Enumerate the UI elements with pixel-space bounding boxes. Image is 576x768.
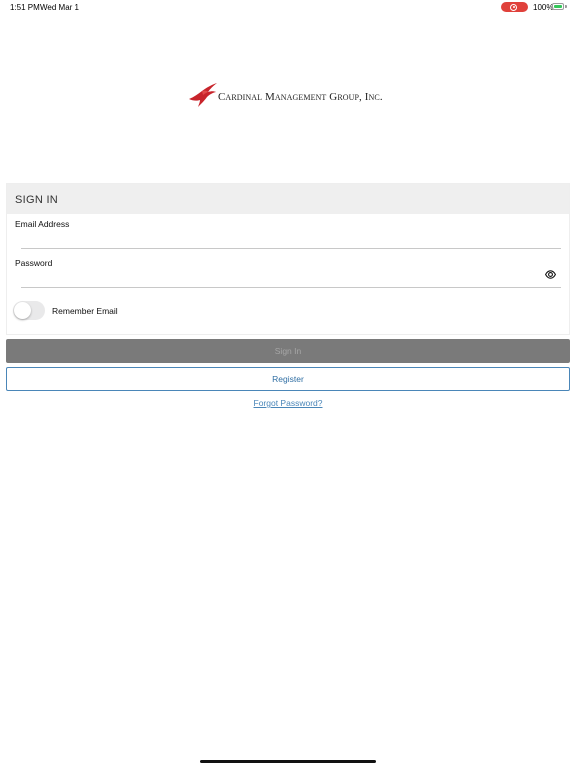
signin-button[interactable]: Sign In — [6, 339, 570, 363]
password-underline — [21, 287, 561, 288]
battery-icon — [552, 3, 564, 10]
battery-percent: 100% — [533, 3, 554, 12]
login-screen: 1:51 PM Wed Mar 1 100% Cardinal Manageme… — [0, 0, 576, 768]
cardinal-bird-icon — [189, 83, 217, 107]
battery-fill — [554, 5, 562, 8]
screen-recording-indicator[interactable] — [501, 2, 528, 12]
status-bar: 1:51 PM Wed Mar 1 100% — [0, 0, 576, 14]
forgot-password-text[interactable]: Forgot Password? — [254, 398, 323, 408]
remember-email-label: Remember Email — [52, 306, 118, 316]
record-icon — [510, 3, 517, 11]
company-name: Cardinal Management Group, Inc. — [218, 91, 383, 103]
toggle-knob — [14, 302, 31, 319]
password-field[interactable] — [21, 270, 541, 284]
status-time: 1:51 PM — [10, 3, 40, 12]
register-button[interactable]: Register — [6, 367, 570, 391]
email-field[interactable] — [21, 232, 541, 246]
email-label: Email Address — [15, 219, 70, 229]
signin-title: SIGN IN — [15, 194, 59, 206]
company-logo: Cardinal Management Group, Inc. — [188, 82, 398, 110]
email-underline — [21, 248, 561, 249]
remember-email-toggle[interactable] — [13, 301, 45, 320]
eye-icon[interactable] — [545, 270, 556, 279]
status-date: Wed Mar 1 — [40, 3, 79, 12]
signin-header: SIGN IN — [7, 184, 569, 214]
forgot-password-link: Forgot Password? — [0, 398, 576, 408]
home-indicator[interactable] — [200, 760, 376, 763]
password-label: Password — [15, 258, 53, 268]
battery-cap — [565, 5, 567, 8]
signin-card: SIGN IN Email Address Password Remember … — [6, 183, 570, 335]
